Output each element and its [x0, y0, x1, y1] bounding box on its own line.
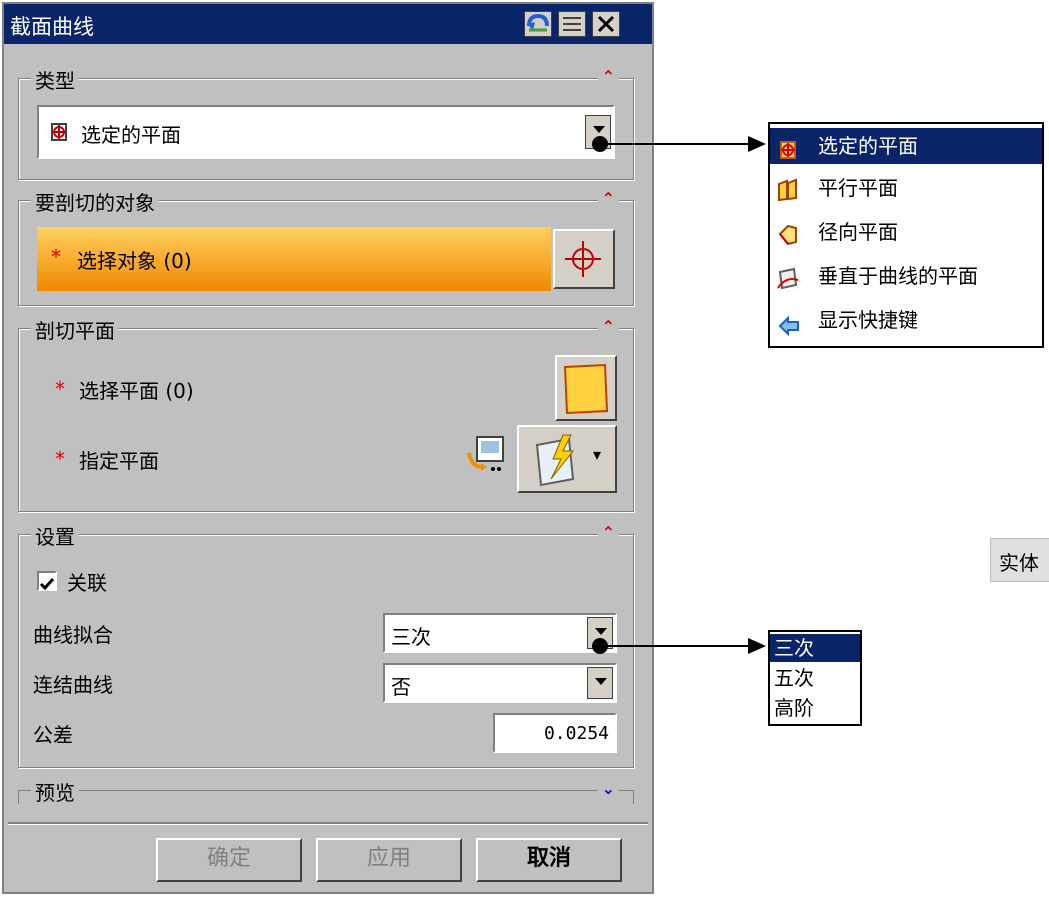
crosshair-select-button[interactable]: [553, 229, 615, 289]
curve-fit-value: 三次: [391, 625, 431, 649]
plane-icon: [563, 363, 609, 415]
solid-fragment-label: 实体: [999, 551, 1039, 575]
preview-group: 预览 ⌄: [18, 777, 634, 806]
tolerance-input[interactable]: 0.0254: [493, 713, 617, 753]
associative-checkbox[interactable]: [37, 571, 57, 591]
required-star-icon: *: [55, 377, 65, 401]
type-option-parallel-planes[interactable]: 平行平面: [770, 170, 1042, 206]
required-star-icon: *: [51, 245, 61, 269]
inferred-plane-dropdown[interactable]: ▾: [517, 425, 617, 493]
apply-button[interactable]: 应用: [316, 838, 462, 882]
select-object-label: 选择对象 (0): [77, 249, 192, 273]
select-object-row[interactable]: * 选择对象 (0): [37, 227, 551, 291]
type-dropdown[interactable]: 选定的平面: [37, 105, 615, 159]
curve-fit-option[interactable]: 高阶: [770, 694, 860, 722]
selected-plane-icon: [778, 136, 800, 172]
crosshair-icon: [565, 241, 601, 277]
connector-line: [600, 645, 750, 647]
type-options-popup: 选定的平面 平行平面 径向平面 垂直于曲线的平面 显示快捷键: [768, 122, 1044, 348]
objects-group: 要剖切的对象 ⌃ * 选择对象 (0): [18, 187, 634, 306]
associative-label: 关联: [67, 571, 107, 595]
chevron-down-icon: ▾: [593, 445, 602, 464]
join-curves-value: 否: [391, 675, 411, 699]
curve-fit-option[interactable]: 五次: [770, 664, 860, 692]
chevron-down-icon[interactable]: [587, 667, 613, 699]
required-star-icon: *: [55, 447, 65, 471]
curve-fit-options-popup: 三次 五次 高阶: [768, 630, 862, 726]
type-group-label: 类型: [31, 65, 79, 94]
join-curves-dropdown[interactable]: 否: [383, 663, 617, 703]
plane-dialog-button[interactable]: [465, 433, 509, 477]
type-option-label: 选定的平面: [818, 134, 918, 158]
expand-chevron-icon[interactable]: ⌄: [597, 779, 619, 799]
cutting-plane-group-label: 剖切平面: [31, 315, 119, 344]
tolerance-label: 公差: [33, 723, 73, 747]
settings-group-label: 设置: [31, 521, 79, 550]
radial-planes-icon: [776, 221, 800, 257]
show-shortcuts-icon: [778, 311, 800, 347]
type-dropdown-value: 选定的平面: [81, 123, 181, 147]
select-plane-button[interactable]: [555, 355, 617, 421]
arrow-right-icon: [748, 136, 766, 152]
curve-fit-dropdown[interactable]: 三次: [383, 613, 617, 653]
divider: [8, 822, 648, 825]
settings-group: 设置 ⌃ 关联 曲线拟合 三次 连结曲线 否 公差 0.0254: [18, 521, 634, 768]
curve-fit-option[interactable]: 三次: [770, 634, 860, 662]
type-option-perpendicular-to-curve[interactable]: 垂直于曲线的平面: [770, 258, 1042, 294]
arrow-right-icon: [748, 638, 766, 654]
section-curve-dialog: 截面曲线 类型 ⌃ 选定的平面 要剖切的对象 ⌃ * 选择对象 (0) 剖切平面…: [2, 2, 654, 894]
selected-plane-icon: [49, 121, 71, 148]
type-option-radial-planes[interactable]: 径向平面: [770, 214, 1042, 250]
objects-group-label: 要剖切的对象: [31, 187, 159, 216]
type-option-label: 显示快捷键: [818, 308, 918, 332]
checkmark-icon: [39, 578, 55, 591]
type-option-label: 径向平面: [818, 220, 898, 244]
reset-icon[interactable]: [524, 11, 552, 37]
specify-plane-label: 指定平面: [79, 449, 159, 473]
perpendicular-to-curve-icon: [776, 265, 800, 301]
cutting-plane-group: 剖切平面 ⌃ * 选择平面 (0) * 指定平面 ▾: [18, 315, 634, 512]
solid-fragment-button[interactable]: 实体: [990, 538, 1049, 582]
select-plane-label: 选择平面 (0): [79, 379, 194, 403]
type-group: 类型 ⌃ 选定的平面: [18, 65, 634, 180]
type-option-show-shortcuts[interactable]: 显示快捷键: [770, 302, 1042, 338]
collapse-chevron-icon[interactable]: ⌃: [597, 67, 619, 87]
dialog-titlebar: 截面曲线: [4, 4, 652, 44]
tolerance-value: 0.0254: [543, 723, 609, 744]
connector-line: [600, 143, 750, 145]
ok-button[interactable]: 确定: [156, 838, 302, 882]
dialog-title: 截面曲线: [10, 15, 94, 39]
collapse-chevron-icon[interactable]: ⌃: [597, 317, 619, 337]
type-option-label: 垂直于曲线的平面: [818, 264, 978, 288]
collapse-chevron-icon[interactable]: ⌃: [597, 189, 619, 209]
preview-group-label: 预览: [31, 777, 79, 806]
curve-fit-label: 曲线拟合: [33, 623, 113, 647]
menu-icon[interactable]: [558, 11, 586, 37]
type-option-selected-plane[interactable]: 选定的平面: [770, 128, 1042, 164]
type-option-label: 平行平面: [818, 176, 898, 200]
plane-dialog-icon: [467, 436, 504, 471]
parallel-planes-icon: [776, 177, 800, 213]
close-icon[interactable]: [592, 11, 620, 37]
collapse-chevron-icon[interactable]: ⌃: [597, 523, 619, 543]
inferred-plane-icon: [535, 434, 575, 487]
cancel-button[interactable]: 取消: [476, 838, 622, 882]
join-curves-label: 连结曲线: [33, 673, 113, 697]
